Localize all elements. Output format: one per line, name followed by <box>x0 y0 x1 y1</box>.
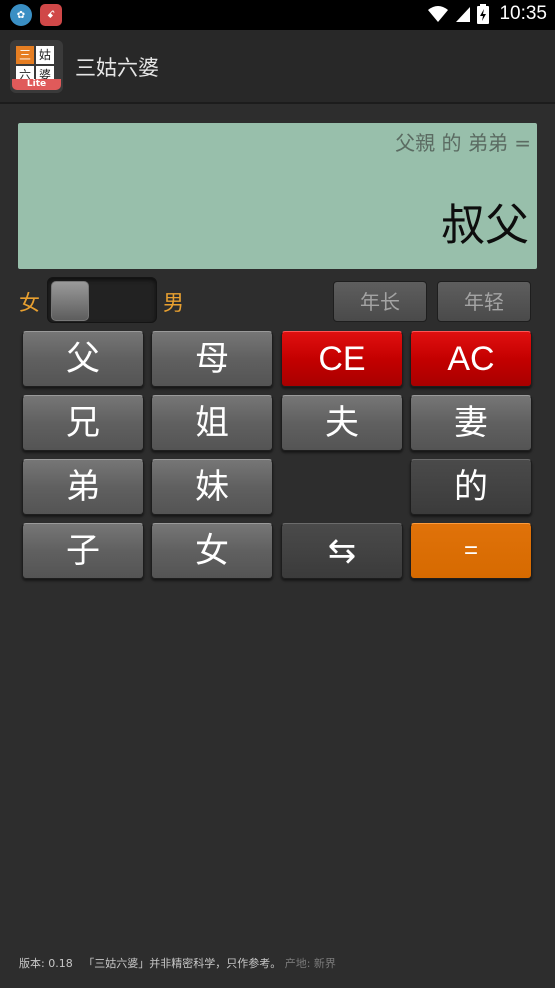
app-bar: 三 姑 六 婆 Lite 三姑六婆 <box>0 30 555 104</box>
lite-badge: Lite <box>12 79 61 90</box>
status-bar: ✿ ꗃ 10:35 <box>0 0 555 30</box>
of-key[interactable]: 的 <box>410 459 532 515</box>
daughter-key[interactable]: 女 <box>151 523 273 579</box>
result-text: 叔父 <box>441 200 529 251</box>
clear-entry-button[interactable]: CE <box>281 331 403 387</box>
origin-text: 产地: 新界 <box>284 957 336 970</box>
app-logo-icon[interactable]: 三 姑 六 婆 Lite <box>10 40 63 93</box>
calculator-display: 父親 的 弟弟 = 叔父 <box>18 123 537 269</box>
logo-cell: 姑 <box>36 46 54 64</box>
version-text: 版本: 0.18 <box>19 957 73 970</box>
swap-button[interactable]: ⇆ <box>281 523 403 579</box>
gender-toggle[interactable] <box>47 277 157 323</box>
notification-app-icon-2: ꗃ <box>40 4 62 26</box>
footer: 版本: 0.18 「三姑六婆」并非精密科学，只作参考。 产地: 新界 <box>19 955 336 971</box>
equals-button[interactable]: = <box>410 523 532 579</box>
gender-female-label: 女 <box>19 291 40 315</box>
signal-icon <box>456 7 471 22</box>
older-brother-key[interactable]: 兄 <box>22 395 144 451</box>
younger-sister-key[interactable]: 妹 <box>151 459 273 515</box>
wife-key[interactable]: 妻 <box>410 395 532 451</box>
notification-app-icon: ✿ <box>10 4 32 26</box>
wifi-icon <box>428 6 449 22</box>
expression-text: 父親 的 弟弟 = <box>395 131 531 155</box>
all-clear-button[interactable]: AC <box>410 331 532 387</box>
younger-button[interactable]: 年轻 <box>437 281 531 322</box>
mother-key[interactable]: 母 <box>151 331 273 387</box>
father-key[interactable]: 父 <box>22 331 144 387</box>
logo-cell: 三 <box>16 46 34 64</box>
toggle-knob[interactable] <box>51 281 89 321</box>
disclaimer-text: 「三姑六婆」并非精密科学，只作参考。 <box>83 957 282 970</box>
battery-icon <box>477 4 490 24</box>
app-title: 三姑六婆 <box>75 56 159 80</box>
younger-brother-key[interactable]: 弟 <box>22 459 144 515</box>
older-sister-key[interactable]: 姐 <box>151 395 273 451</box>
swap-icon: ⇆ <box>327 531 357 571</box>
son-key[interactable]: 子 <box>22 523 144 579</box>
gender-male-label: 男 <box>163 291 184 315</box>
husband-key[interactable]: 夫 <box>281 395 403 451</box>
clock: 10:35 <box>499 3 547 24</box>
older-button[interactable]: 年长 <box>333 281 427 322</box>
